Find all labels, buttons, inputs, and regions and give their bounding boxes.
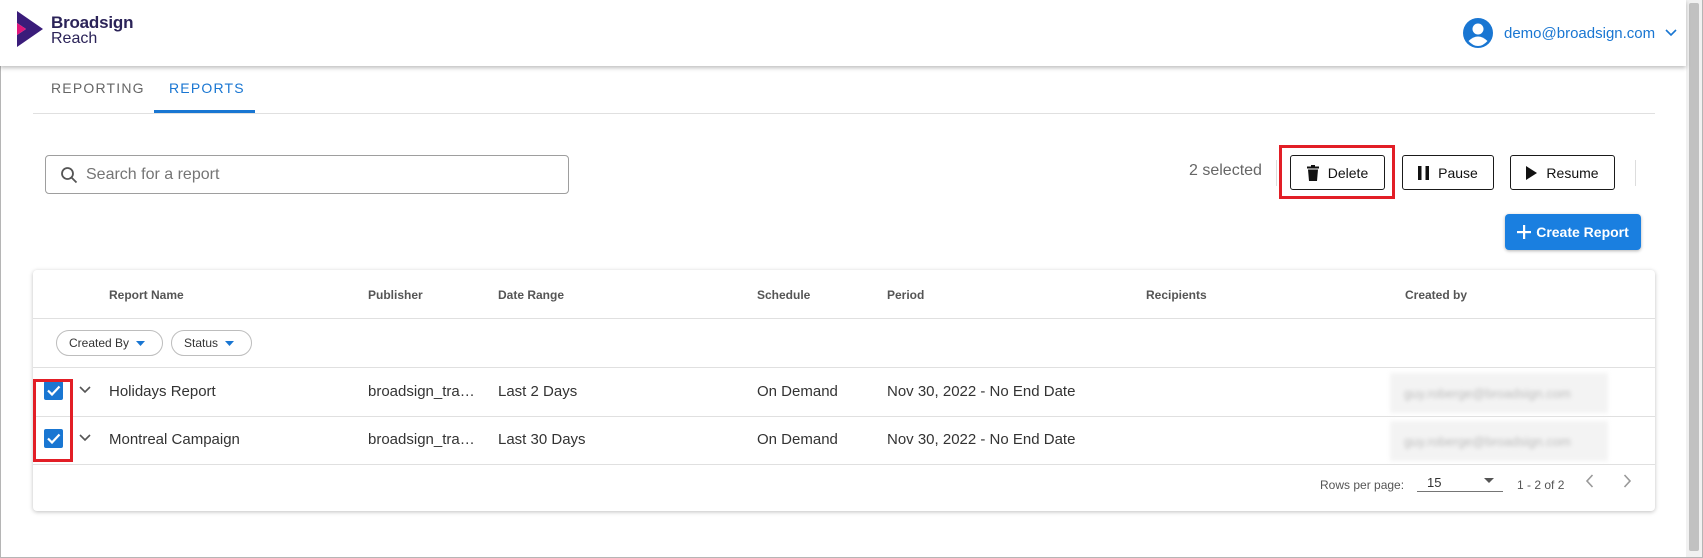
active-tab-indicator [154,110,255,113]
pause-label: Pause [1438,164,1478,181]
resume-label: Resume [1546,164,1599,181]
scrollbar-thumb[interactable] [1689,3,1699,551]
app-header: Broadsign Reach demo@broadsign.com [0,0,1686,66]
col-header-publisher[interactable]: Publisher [368,288,423,302]
divider [1276,160,1277,186]
report-name: Holidays Report [109,383,216,400]
rows-per-page-select[interactable]: 15 [1417,470,1503,492]
user-email: demo@broadsign.com [1504,24,1656,42]
vertical-scrollbar[interactable] [1686,0,1702,557]
status-filter-chip[interactable]: Status [171,330,252,356]
col-header-report-name[interactable]: Report Name [109,288,184,302]
status-filter-label: Status [184,336,219,350]
user-menu[interactable]: demo@broadsign.com [1462,17,1677,49]
pause-button[interactable]: Pause [1402,155,1494,190]
delete-highlight-box [1279,145,1395,199]
checkbox-highlight-box [33,379,73,462]
rows-per-page-label: Rows per page: [1320,478,1405,492]
col-header-period[interactable]: Period [887,288,924,302]
period: Nov 30, 2022 - No End Date [887,383,1076,400]
report-name: Montreal Campaign [109,431,240,448]
caret-down-icon [1484,478,1494,483]
tab-reports[interactable]: REPORTS [169,80,245,96]
chevron-down-icon [1665,29,1677,37]
col-header-schedule[interactable]: Schedule [757,288,810,302]
created-by-blurred: guy.roberge@broadsign.com [1390,373,1608,413]
reports-table: Report Name Publisher Date Range Schedul… [33,270,1655,511]
caret-down-icon [225,340,235,346]
logo-text-reach: Reach [51,30,98,47]
expand-chevron-icon[interactable] [79,386,91,394]
logo-chevron-icon [17,11,43,47]
row-divider [33,464,1655,465]
caret-down-icon [136,340,146,346]
col-header-recipients[interactable]: Recipients [1146,288,1207,302]
header-divider [33,318,1655,319]
divider [1635,160,1636,186]
resume-button[interactable]: Resume [1510,155,1615,190]
schedule: On Demand [757,383,838,400]
rows-per-page-value: 15 [1427,475,1442,490]
chevron-left-icon[interactable] [1580,471,1600,491]
tab-reporting[interactable]: REPORTING [51,80,145,96]
table-row[interactable]: Holidays Report broadsign_tra… Last 2 Da… [33,368,1655,416]
schedule: On Demand [757,431,838,448]
pagination-range: 1 - 2 of 2 [1517,478,1565,492]
created-by-blurred: guy.roberge@broadsign.com [1390,421,1608,461]
plus-icon [1517,225,1532,239]
account-circle-icon [1463,18,1493,48]
col-header-created-by[interactable]: Created by [1405,288,1467,302]
play-icon [1526,165,1538,180]
date-range: Last 2 Days [498,383,578,400]
chevron-right-icon[interactable] [1617,471,1637,491]
period: Nov 30, 2022 - No End Date [887,431,1076,448]
search-field[interactable] [45,155,569,194]
publisher: broadsign_tra… [368,431,475,448]
search-icon [61,167,78,184]
pause-icon [1418,165,1430,180]
broadsign-reach-logo[interactable]: Broadsign Reach [17,11,147,51]
search-input[interactable] [86,157,556,192]
expand-chevron-icon[interactable] [79,434,91,442]
create-report-label: Create Report [1536,224,1629,240]
created-by-filter-chip[interactable]: Created By [56,330,163,356]
tab-bar: REPORTING REPORTS [33,72,1655,114]
col-header-date-range[interactable]: Date Range [498,288,564,302]
created-by-filter-label: Created By [69,336,130,350]
selected-count: 2 selected [1189,162,1262,179]
create-report-button[interactable]: Create Report [1505,214,1641,250]
table-row[interactable]: Montreal Campaign broadsign_tra… Last 30… [33,416,1655,464]
publisher: broadsign_tra… [368,383,475,400]
date-range: Last 30 Days [498,431,586,448]
